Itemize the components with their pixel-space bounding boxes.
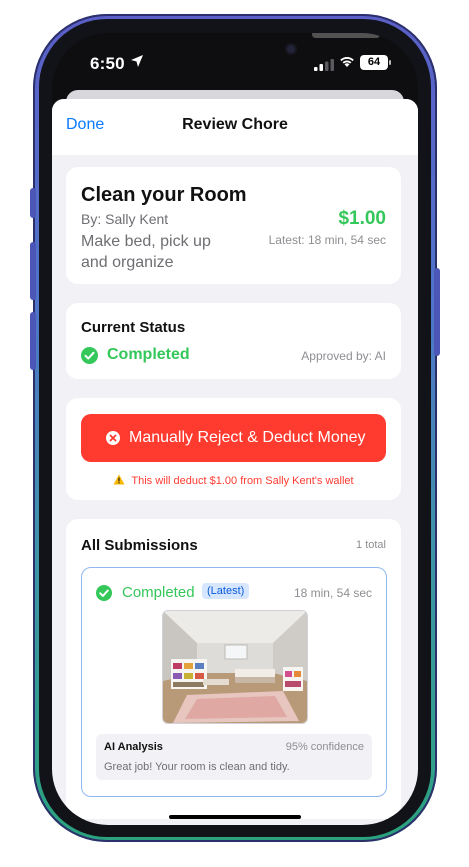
submission-photo[interactable] [162, 610, 308, 724]
speaker-grille [312, 33, 380, 38]
reject-card: Manually Reject & Deduct Money This will… [66, 398, 401, 500]
chore-card: Clean your Room By: Sally Kent Make bed,… [66, 167, 401, 284]
checkmark-circle-icon [96, 585, 112, 601]
warning-text: This will deduct $1.00 from Sally Kent's… [131, 475, 354, 487]
phone-screen: 6:50 64 Done Review Chore Clean your Roo… [52, 33, 418, 825]
submission-item[interactable]: Completed (Latest) 18 min, 54 sec AI Ana… [81, 567, 387, 797]
ai-analysis-box: AI Analysis 95% confidence Great job! Yo… [96, 734, 372, 780]
reject-button-label: Manually Reject & Deduct Money [129, 429, 366, 446]
mute-switch [30, 188, 36, 218]
deduct-warning: This will deduct $1.00 from Sally Kent's… [66, 474, 401, 487]
latest-badge: (Latest) [202, 583, 250, 599]
status-value: Completed [107, 346, 190, 363]
chore-description: Make bed, pick up and organize [81, 233, 211, 271]
chore-title: Clean your Room [81, 184, 247, 206]
navigation-bar: Done Review Chore [52, 99, 418, 155]
submissions-card: All Submissions 1 total Completed (Lates… [66, 519, 401, 819]
kids-bedroom-photo [163, 611, 307, 723]
wifi-icon [340, 57, 354, 67]
checkmark-circle-icon [81, 347, 98, 364]
status-heading: Current Status [81, 319, 186, 336]
status-bar: 6:50 64 [52, 33, 418, 93]
review-chore-sheet: Done Review Chore Clean your Room By: Sa… [52, 99, 418, 825]
power-button [434, 268, 440, 356]
submissions-total: 1 total [356, 539, 386, 551]
submissions-heading: All Submissions [81, 537, 198, 554]
chore-assignee: By: Sally Kent [81, 211, 169, 227]
manual-reject-button[interactable]: Manually Reject & Deduct Money [81, 414, 386, 462]
x-circle-icon [106, 431, 120, 445]
signal-icon [314, 59, 334, 71]
status-time: 6:50 [90, 54, 125, 73]
battery-icon: 64 [360, 55, 388, 70]
location-arrow-icon [131, 55, 143, 67]
latest-time: Latest: 18 min, 54 sec [268, 233, 386, 247]
submission-time: 18 min, 54 sec [293, 586, 372, 600]
current-status-card: Current Status Completed Approved by: AI [66, 303, 401, 379]
volume-up-button [30, 242, 36, 300]
notch [162, 33, 380, 66]
page-title: Review Chore [182, 116, 288, 133]
reward-amount: $1.00 [338, 208, 386, 229]
ai-confidence: 95% confidence [285, 741, 364, 753]
home-indicator[interactable] [169, 815, 301, 819]
approved-by: Approved by: AI [301, 349, 386, 363]
battery-nub [389, 60, 391, 65]
ai-analysis-text: Great job! Your room is clean and tidy. [104, 761, 290, 773]
front-camera [287, 45, 295, 53]
ai-analysis-title: AI Analysis [104, 741, 163, 753]
volume-down-button [30, 312, 36, 370]
warning-icon [113, 474, 125, 485]
submission-status: Completed [122, 584, 195, 601]
